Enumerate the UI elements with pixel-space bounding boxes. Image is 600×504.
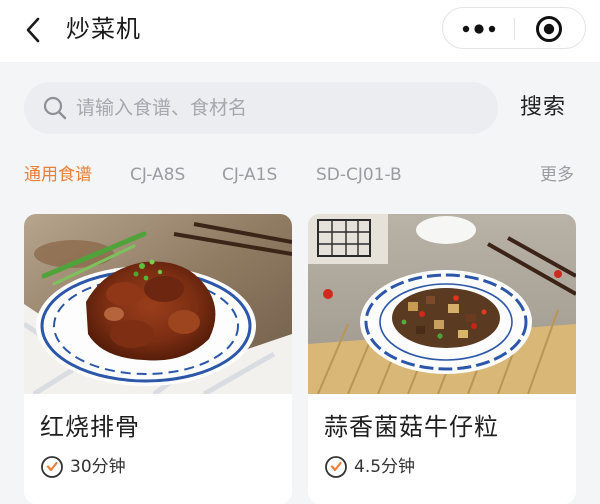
target-circle-icon [536,16,562,42]
close-mini-program-button[interactable] [533,13,565,45]
more-dots-icon [462,24,496,34]
back-button[interactable] [18,14,48,46]
chevron-left-icon [26,17,40,43]
search-placeholder: 请输入食谱、食材名 [76,97,248,119]
recipe-card[interactable]: 红烧排骨 30分钟 [24,214,292,504]
tab-cj-a8s[interactable]: CJ-A8S [130,160,185,190]
device-tabs: 通用食谱 CJ-A8S CJ-A1S SD-CJ01-B 更多 [0,160,600,192]
page-title: 炒菜机 [66,15,141,43]
recipe-name: 红烧排骨 [40,413,140,441]
search-icon [43,96,67,120]
search-input[interactable]: 请输入食谱、食材名 [24,82,498,134]
mini-program-capsule [442,7,586,49]
capsule-divider [514,18,515,40]
tab-cj-a1s[interactable]: CJ-A1S [222,160,277,190]
recipe-time: 4.5分钟 [324,454,415,480]
recipe-photo-garlic-mushroom-beef [308,214,576,394]
recipe-card[interactable]: 蒜香菌菇牛仔粒 4.5分钟 [308,214,576,504]
more-tabs-link[interactable]: 更多 [540,160,574,190]
recipe-time: 30分钟 [40,454,126,480]
recipe-duration: 30分钟 [70,457,126,477]
recipe-photo-braised-ribs [24,214,292,394]
clock-icon [325,456,347,478]
search-button[interactable]: 搜索 [520,92,566,124]
more-button[interactable] [457,14,501,44]
tab-sd-cj01-b[interactable]: SD-CJ01-B [316,160,402,190]
tab-general-recipes[interactable]: 通用食谱 [24,160,92,190]
top-nav-bar: 炒菜机 [0,0,600,62]
recipe-duration: 4.5分钟 [354,457,416,477]
recipe-name: 蒜香菌菇牛仔粒 [324,413,499,441]
clock-icon [41,456,63,478]
